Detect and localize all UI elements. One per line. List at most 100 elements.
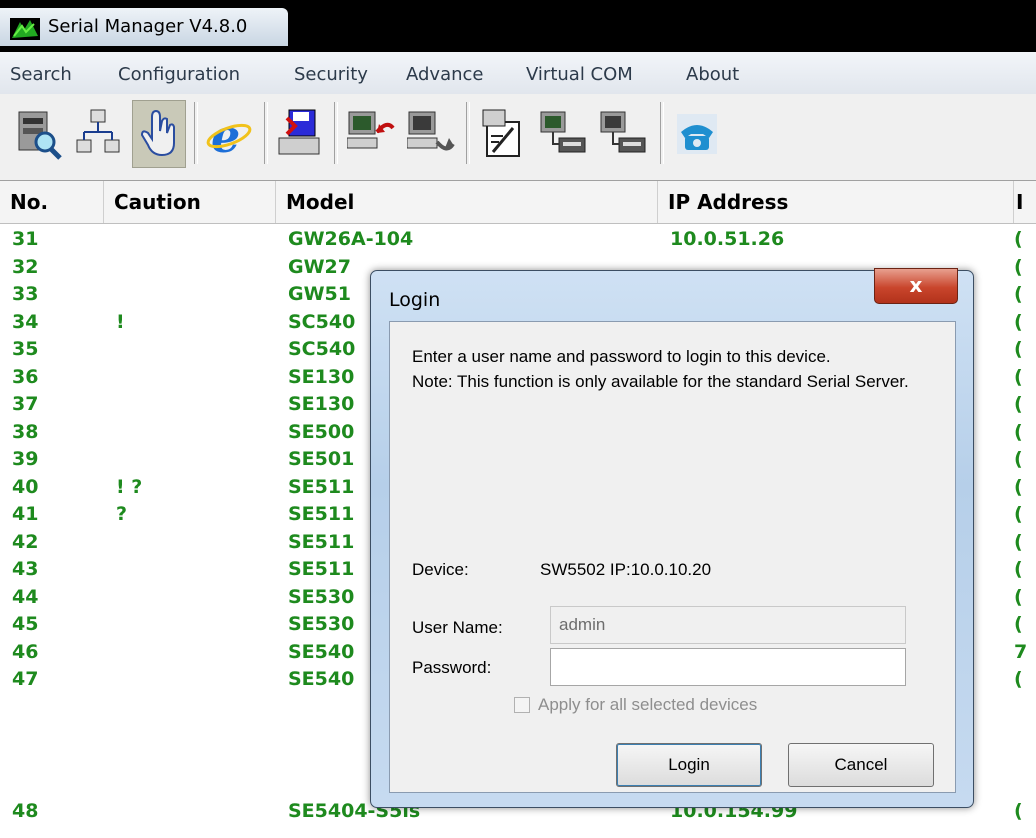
cell-no: 43 — [12, 558, 39, 580]
cell-partial: ( — [1014, 420, 1023, 443]
username-input[interactable] — [550, 606, 906, 644]
password-label: Password: — [412, 658, 492, 677]
cell-no: 32 — [12, 255, 39, 278]
cell-partial: ( — [1014, 310, 1023, 333]
menu-configuration[interactable]: Configuration — [118, 64, 240, 85]
serial-device-1-button[interactable] — [536, 100, 590, 168]
cell-no: 38 — [12, 420, 39, 443]
toolbar-separator — [264, 102, 268, 164]
computer-download-button[interactable] — [404, 100, 458, 168]
cell-partial: 7 — [1014, 640, 1028, 663]
cell-partial: ( — [1014, 668, 1023, 690]
cell-model: SE511 — [288, 530, 355, 553]
close-icon: x — [909, 273, 923, 297]
cell-partial: ( — [1014, 800, 1023, 822]
cell-partial: ( — [1014, 338, 1023, 360]
cell-partial: ( — [1014, 228, 1023, 250]
dialog-title: Login — [389, 289, 441, 311]
cell-no: 45 — [12, 613, 39, 635]
cell-model: SE511 — [288, 475, 355, 498]
cell-model: SE540 — [288, 640, 355, 663]
cell-partial: ( — [1014, 255, 1023, 278]
cell-caution: ! — [116, 310, 125, 333]
telephone-button[interactable] — [670, 100, 724, 168]
cell-partial: ( — [1014, 530, 1023, 553]
edit-config-button[interactable] — [476, 100, 530, 168]
device-value: SW5502 IP:10.0.10.20 — [540, 560, 712, 579]
serial-device-2-button[interactable] — [596, 100, 650, 168]
save-to-device-icon — [278, 109, 320, 155]
title-tab: Serial Manager V4.8.0 — [0, 8, 288, 46]
cancel-button[interactable]: Cancel — [788, 743, 934, 787]
network-button[interactable] — [72, 100, 126, 168]
toolbar-separator — [334, 102, 338, 164]
computer-upload-button[interactable] — [344, 100, 398, 168]
cell-model: SE501 — [288, 448, 355, 470]
cell-no: 40 — [12, 475, 39, 498]
column-header-model[interactable]: Model — [276, 181, 658, 223]
cell-no: 46 — [12, 640, 39, 663]
menu-bar: Search Configuration Security Advance Vi… — [0, 52, 1036, 95]
cell-no: 31 — [12, 228, 39, 250]
cell-no: 33 — [12, 283, 39, 305]
cell-model: SE530 — [288, 613, 355, 635]
column-header-partial[interactable]: I — [1014, 181, 1036, 223]
cell-partial: ( — [1014, 558, 1023, 580]
close-button[interactable]: x — [874, 268, 958, 304]
password-input[interactable] — [550, 648, 906, 686]
edit-config-icon — [482, 109, 520, 157]
username-label: User Name: — [412, 618, 503, 637]
cell-no: 44 — [12, 585, 39, 608]
cell-model: SC540 — [288, 310, 356, 333]
cell-model: SE511 — [288, 558, 355, 580]
toolbar-separator — [194, 102, 198, 164]
search-device-button[interactable] — [12, 100, 66, 168]
cell-partial: ( — [1014, 475, 1023, 498]
login-button[interactable]: Login — [616, 743, 762, 787]
menu-search[interactable]: Search — [10, 64, 72, 85]
cell-model: SE130 — [288, 365, 355, 388]
toolbar-separator — [660, 102, 664, 164]
cell-no: 37 — [12, 393, 39, 415]
device-label: Device: — [412, 560, 469, 579]
cell-model: GW26A-104 — [288, 228, 414, 250]
cell-model: SE540 — [288, 668, 355, 690]
computer-download-icon — [407, 111, 455, 151]
internet-explorer-button[interactable]: e — [202, 100, 256, 168]
description-line-2: Note: This function is only available fo… — [412, 372, 909, 391]
hand-pointer-icon — [140, 109, 175, 157]
cell-partial: ( — [1014, 503, 1023, 525]
app-icon — [10, 18, 40, 40]
column-header-ip-address[interactable]: IP Address — [658, 181, 1014, 223]
cell-model: GW51 — [288, 283, 351, 305]
menu-security[interactable]: Security — [294, 64, 368, 85]
cell-caution: ! ? — [116, 475, 143, 498]
telephone-icon — [677, 114, 717, 154]
cell-no: 47 — [12, 668, 39, 690]
cell-ip: 10.0.51.26 — [670, 228, 785, 250]
cell-model: SC540 — [288, 338, 356, 360]
cell-no: 35 — [12, 338, 39, 360]
cell-model: SE511 — [288, 503, 355, 525]
cell-caution: ? — [116, 503, 128, 525]
cell-no: 39 — [12, 448, 39, 470]
menu-virtual-com[interactable]: Virtual COM — [526, 64, 633, 85]
cell-no: 36 — [12, 365, 39, 388]
title-bar: Serial Manager V4.8.0 — [0, 0, 1036, 52]
computer-upload-icon — [347, 111, 395, 149]
save-to-device-button[interactable] — [272, 100, 326, 168]
cell-no: 48 — [12, 800, 39, 822]
apply-all-label: Apply for all selected devices — [538, 695, 758, 714]
column-header-no[interactable]: No. — [0, 181, 104, 223]
column-header-caution[interactable]: Caution — [104, 181, 276, 223]
device-table-header: No. Caution Model IP Address I — [0, 181, 1036, 224]
hand-pointer-button[interactable] — [132, 100, 186, 168]
cell-model: GW27 — [288, 255, 351, 278]
menu-advance[interactable]: Advance — [406, 64, 483, 85]
cell-partial: ( — [1014, 365, 1023, 388]
menu-about[interactable]: About — [686, 64, 739, 85]
cell-partial: ( — [1014, 585, 1023, 608]
apply-all-checkbox[interactable]: Apply for all selected devices — [514, 695, 757, 715]
table-row[interactable]: 31 GW26A-104 10.0.51.26 ( — [0, 228, 1036, 256]
serial-device-2-icon — [600, 111, 646, 153]
